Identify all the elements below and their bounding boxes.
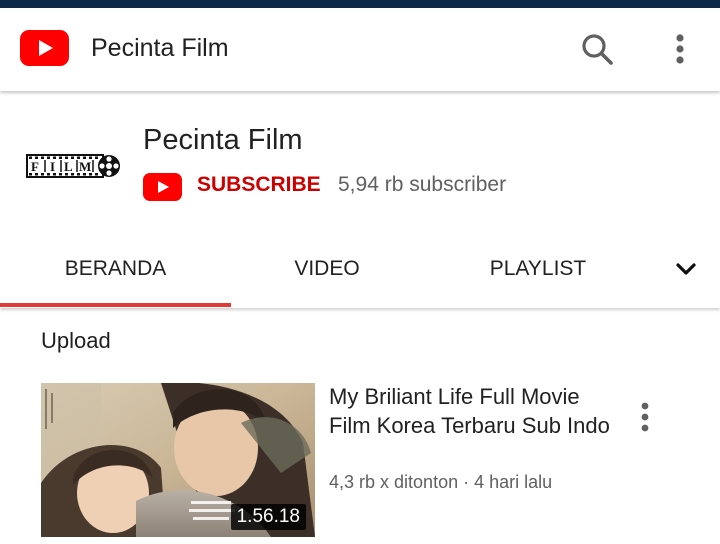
tab-beranda[interactable]: BERANDA <box>0 229 231 308</box>
status-bar <box>0 0 720 8</box>
svg-text:I: I <box>50 159 55 174</box>
chevron-down-icon[interactable] <box>668 253 704 285</box>
svg-text:M: M <box>79 159 91 174</box>
app-title: Pecinta Film <box>91 34 229 62</box>
section-title: Upload <box>41 328 111 353</box>
active-tab-indicator <box>0 303 231 307</box>
video-title[interactable]: My Briliant Life Full Movie Film Korea T… <box>329 383 619 440</box>
youtube-logo-icon[interactable] <box>20 30 69 66</box>
more-vertical-icon[interactable] <box>664 30 696 68</box>
subscribe-button[interactable]: SUBSCRIBE <box>197 173 321 197</box>
svg-text:L: L <box>64 159 73 174</box>
tab-playlist[interactable]: PLAYLIST <box>423 229 653 308</box>
video-meta: 4,3 rb x ditonton · 4 hari lalu <box>329 472 553 492</box>
channel-name: Pecinta Film <box>143 124 303 156</box>
video-duration: 1.56.18 <box>230 504 306 530</box>
channel-avatar[interactable]: F I L M <box>23 117 123 217</box>
channel-header: F I L M Pecinta Film SUBSCRIBE 5,94 rb s… <box>0 91 720 229</box>
svg-text:F: F <box>31 159 39 174</box>
tab-video[interactable]: VIDEO <box>231 229 423 308</box>
video-thumbnail[interactable]: 1.56.18 <box>41 383 315 537</box>
video-list-item[interactable]: 1.56.18 My Briliant Life Full Movie Film… <box>0 383 720 538</box>
more-vertical-icon[interactable] <box>630 399 660 439</box>
channel-tabs: BERANDA VIDEO PLAYLIST <box>0 229 720 308</box>
film-logo-icon: F I L M <box>26 154 120 178</box>
app-bar: Pecinta Film <box>0 8 720 91</box>
search-icon[interactable] <box>578 30 616 68</box>
youtube-play-icon[interactable] <box>143 173 182 201</box>
subscriber-count: 5,94 rb subscriber <box>338 173 507 196</box>
